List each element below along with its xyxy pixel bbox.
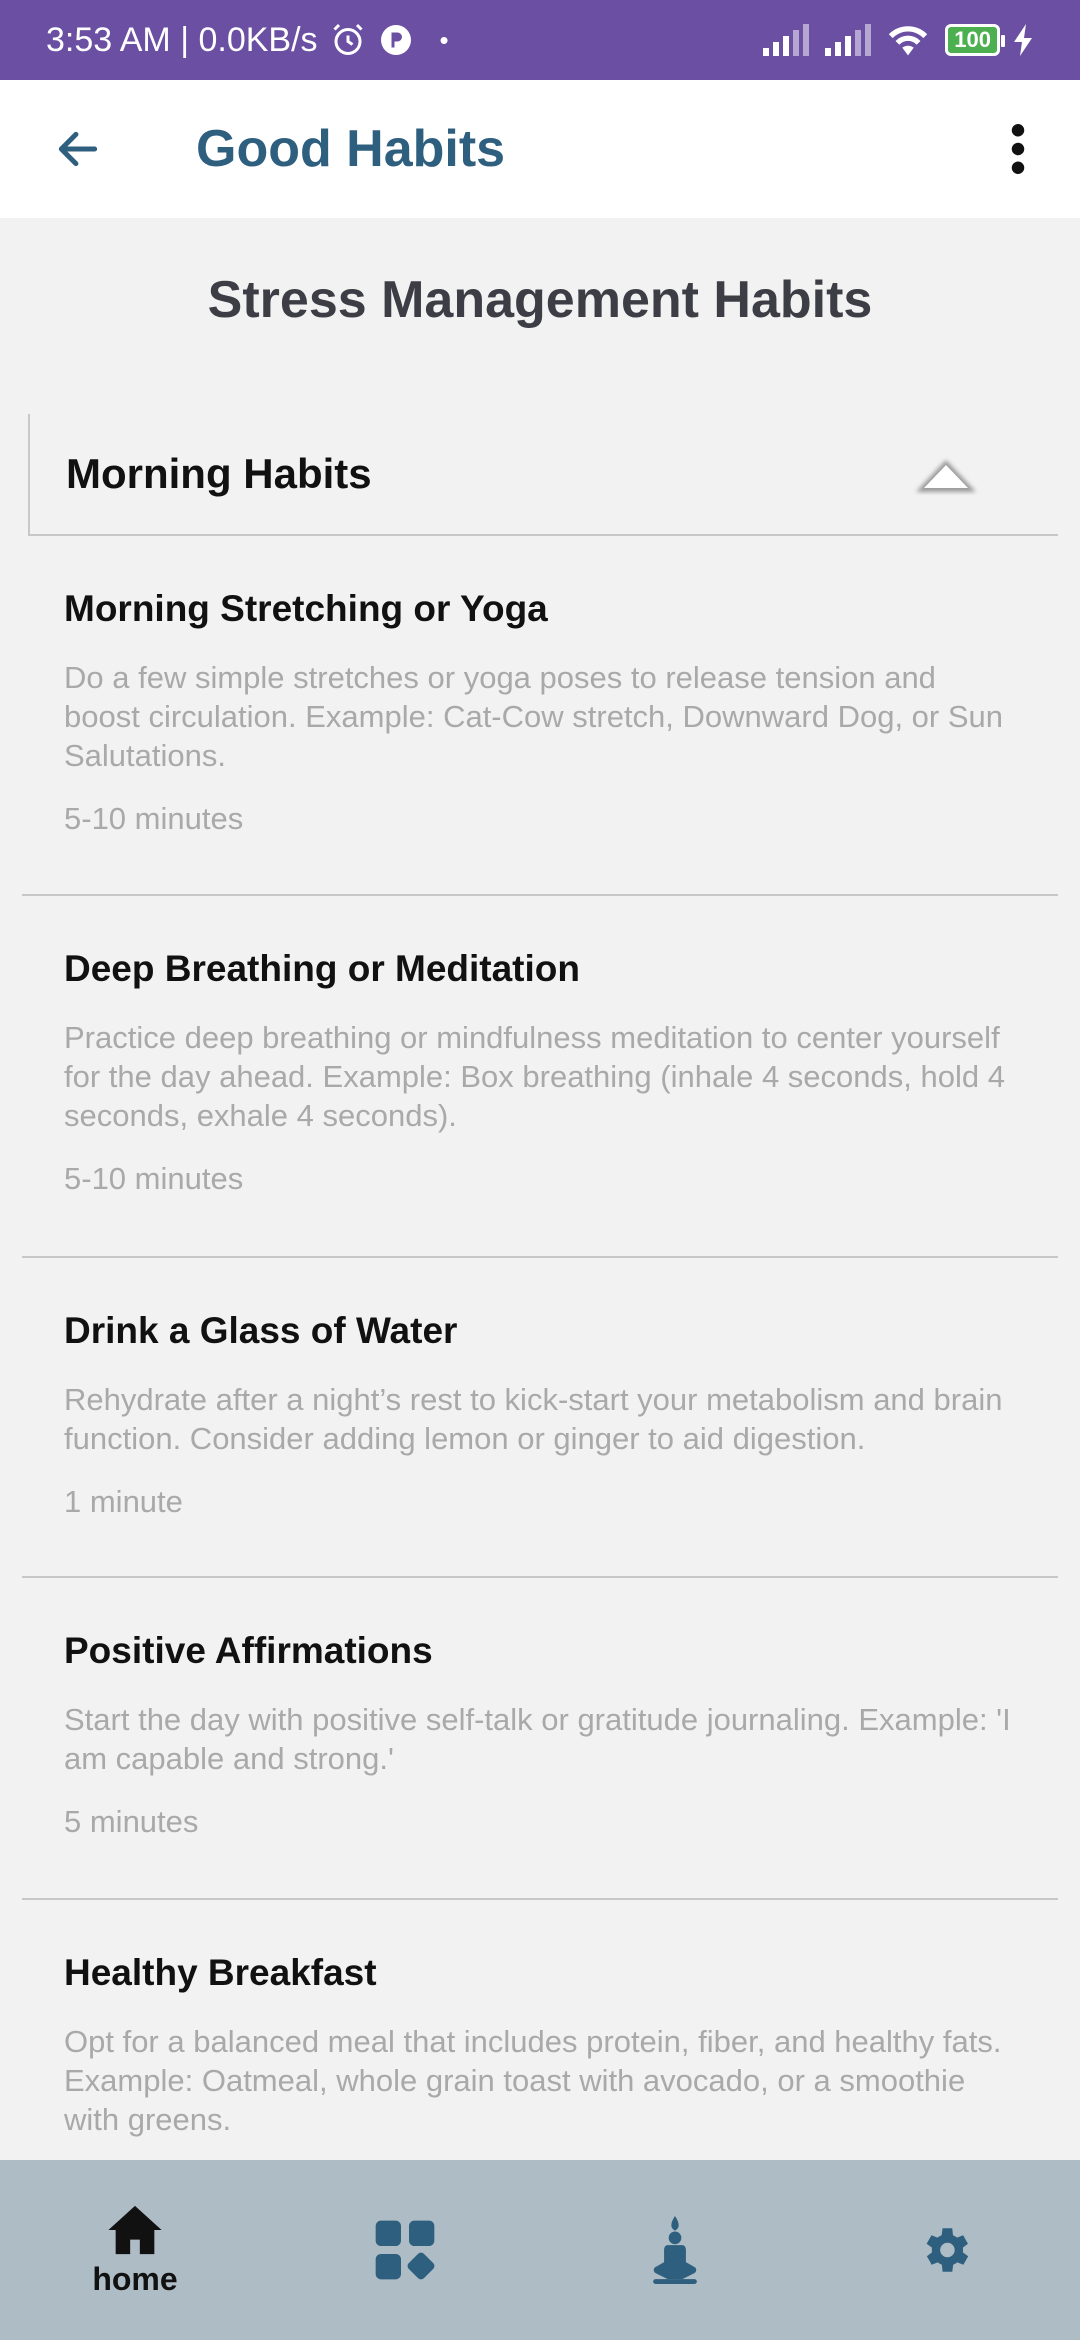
- habit-item: Positive Affirmations Start the day with…: [22, 1580, 1058, 1900]
- status-bar: 3:53 AM | 0.0KB/s • 100: [0, 0, 1080, 80]
- habit-description: Rehydrate after a night’s rest to kick-s…: [64, 1382, 1003, 1456]
- collapse-button[interactable]: [912, 444, 980, 508]
- habit-item: Drink a Glass of Water Rehydrate after a…: [22, 1260, 1058, 1578]
- arrow-left-icon: [58, 131, 98, 167]
- nav-label-home: home: [92, 2260, 178, 2297]
- habit-duration: 5-10 minutes: [64, 801, 244, 836]
- more-vertical-icon: [1011, 124, 1025, 174]
- section-title: Morning Habits: [66, 450, 372, 497]
- back-button[interactable]: [38, 109, 118, 189]
- habit-title: Morning Stretching or Yoga: [64, 588, 548, 629]
- section-header-morning-habits[interactable]: Morning Habits: [28, 414, 1058, 536]
- app-bar: Good Habits: [0, 80, 1080, 218]
- habit-item: Deep Breathing or Meditation Practice de…: [22, 898, 1058, 1258]
- categories-icon: [375, 2220, 435, 2280]
- status-left: 3:53 AM | 0.0KB/s •: [46, 21, 449, 60]
- wifi-icon: [889, 26, 928, 56]
- status-time-speed: 3:53 AM | 0.0KB/s: [46, 20, 318, 59]
- page-heading: Stress Management Habits: [207, 271, 873, 329]
- habit-item: Morning Stretching or Yoga Do a few simp…: [22, 538, 1058, 896]
- habit-title: Drink a Glass of Water: [64, 1310, 458, 1351]
- nav-item-settings[interactable]: [845, 2170, 1045, 2330]
- battery-icon: 100: [945, 24, 1005, 56]
- habit-description: Practice deep breathing or mindfulness m…: [64, 1020, 1005, 1133]
- signal-icon: [763, 24, 810, 56]
- chevron-up-icon: [916, 460, 976, 492]
- nav-item-meditation[interactable]: [575, 2170, 775, 2330]
- habit-title: Deep Breathing or Meditation: [64, 948, 580, 989]
- status-right: 100: [761, 22, 1034, 58]
- app-notification-icon: [380, 25, 411, 55]
- signal-icon-2: [825, 24, 872, 56]
- more-options-button[interactable]: [978, 109, 1058, 189]
- habit-description: Do a few simple stretches or yoga poses …: [64, 660, 1004, 773]
- app-title: Good Habits: [196, 120, 506, 178]
- habit-title: Positive Affirmations: [64, 1630, 433, 1671]
- nav-item-home[interactable]: home: [35, 2170, 235, 2330]
- nav-item-categories[interactable]: [305, 2170, 505, 2330]
- charging-icon: [1014, 24, 1032, 56]
- settings-icon: [926, 2228, 969, 2272]
- status-dot: •: [439, 24, 449, 55]
- home-icon: [108, 2205, 162, 2254]
- bottom-nav: home: [0, 2160, 1080, 2340]
- habit-duration: 1 minute: [64, 1484, 183, 1519]
- habit-duration: 5 minutes: [64, 1804, 199, 1839]
- habit-item: Healthy Breakfast Opt for a balanced mea…: [22, 1902, 1058, 2160]
- habit-title: Healthy Breakfast: [64, 1952, 377, 1993]
- habit-description: Opt for a balanced meal that includes pr…: [64, 2024, 1002, 2137]
- habit-duration: 5-10 minutes: [64, 1161, 244, 1196]
- alarm-icon: [332, 23, 363, 55]
- meditation-icon: [653, 2216, 697, 2284]
- habit-description: Start the day with positive self-talk or…: [64, 1702, 1011, 1776]
